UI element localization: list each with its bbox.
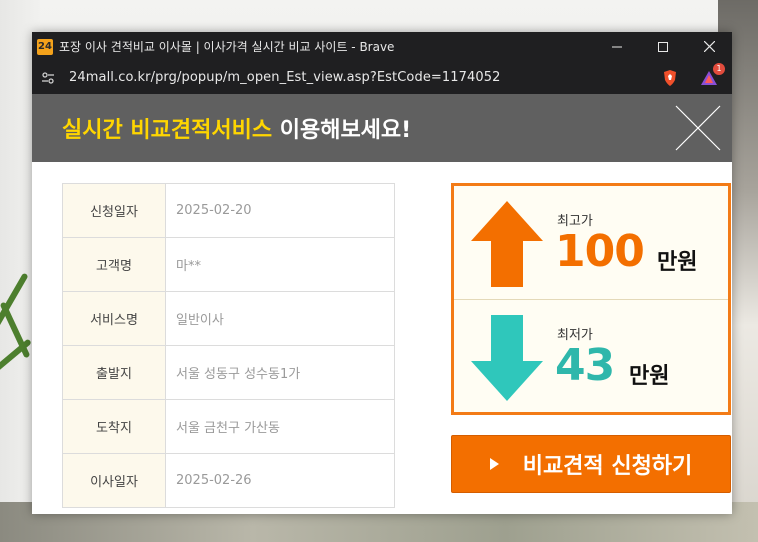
apply-estimate-button[interactable]: 비교견적 신청하기 xyxy=(451,435,731,493)
row-label: 서비스명 xyxy=(62,291,166,346)
rewards-badge: 1 xyxy=(713,62,725,75)
banner-rest: 이용해보세요! xyxy=(272,118,412,143)
table-row: 도착지 서울 금천구 가산동 xyxy=(62,399,395,454)
row-value: 마** xyxy=(165,237,395,292)
row-value: 2025-02-20 xyxy=(165,183,395,238)
row-value: 서울 금천구 가산동 xyxy=(165,399,395,454)
browser-popup-window: 24 포장 이사 견적비교 이사몰 | 이사가격 실시간 비교 사이트 - Br… xyxy=(32,32,732,514)
minimize-icon xyxy=(612,46,622,47)
close-icon[interactable] xyxy=(674,104,722,152)
row-label: 출발지 xyxy=(62,345,166,400)
table-row: 이사일자 2025-02-26 xyxy=(62,453,395,508)
site-logo-icon: 24 xyxy=(37,38,53,55)
table-row: 출발지 서울 성동구 성수동1가 xyxy=(62,345,395,400)
max-price-row: 최고가 100 만원 xyxy=(454,186,728,300)
brave-rewards-button[interactable]: 1 xyxy=(700,62,725,87)
title-bar: 24 포장 이사 견적비교 이사몰 | 이사가격 실시간 비교 사이트 - Br… xyxy=(32,32,732,61)
row-label: 이사일자 xyxy=(62,453,166,508)
row-value: 서울 성동구 성수동1가 xyxy=(165,345,395,400)
close-window-button[interactable] xyxy=(686,32,732,61)
min-price-unit: 만원 xyxy=(629,364,670,389)
max-price-value: 100 xyxy=(555,226,645,277)
banner-title: 실시간 비교견적서비스 이용해보세요! xyxy=(62,112,411,144)
banner-highlight: 실시간 비교견적서비스 xyxy=(62,118,273,143)
site-info-icon[interactable] xyxy=(41,71,55,85)
close-icon xyxy=(703,41,715,52)
arrow-up-icon xyxy=(471,201,543,287)
brave-shields-icon[interactable] xyxy=(662,69,678,87)
table-row: 서비스명 일반이사 xyxy=(62,291,395,346)
play-arrow-icon xyxy=(489,458,499,470)
row-value: 2025-02-26 xyxy=(165,453,395,508)
address-bar: 24mall.co.kr/prg/popup/m_open_Est_view.a… xyxy=(32,61,732,94)
max-price-unit: 만원 xyxy=(657,250,698,275)
minimize-button[interactable] xyxy=(594,32,640,61)
row-value: 일반이사 xyxy=(165,291,395,346)
estimate-content: 신청일자 2025-02-20 고객명 마** 서비스명 일반이사 출발지 서울… xyxy=(32,162,732,514)
min-price-value: 43 xyxy=(555,340,615,391)
table-row: 고객명 마** xyxy=(62,237,395,292)
url-field[interactable]: 24mall.co.kr/prg/popup/m_open_Est_view.a… xyxy=(69,70,662,85)
price-summary-box: 최고가 100 만원 최저가 43 만원 xyxy=(451,183,731,415)
estimate-info-table: 신청일자 2025-02-20 고객명 마** 서비스명 일반이사 출발지 서울… xyxy=(62,183,395,508)
min-price-row: 최저가 43 만원 xyxy=(454,300,728,413)
window-title: 포장 이사 견적비교 이사몰 | 이사가격 실시간 비교 사이트 - Brave xyxy=(59,40,395,54)
maximize-button[interactable] xyxy=(640,32,686,61)
row-label: 도착지 xyxy=(62,399,166,454)
maximize-icon xyxy=(658,41,668,52)
apply-button-label: 비교견적 신청하기 xyxy=(522,454,693,479)
arrow-down-icon xyxy=(471,315,543,401)
row-label: 신청일자 xyxy=(62,183,166,238)
popup-banner: 실시간 비교견적서비스 이용해보세요! xyxy=(32,94,732,162)
row-label: 고객명 xyxy=(62,237,166,292)
table-row: 신청일자 2025-02-20 xyxy=(62,183,395,238)
